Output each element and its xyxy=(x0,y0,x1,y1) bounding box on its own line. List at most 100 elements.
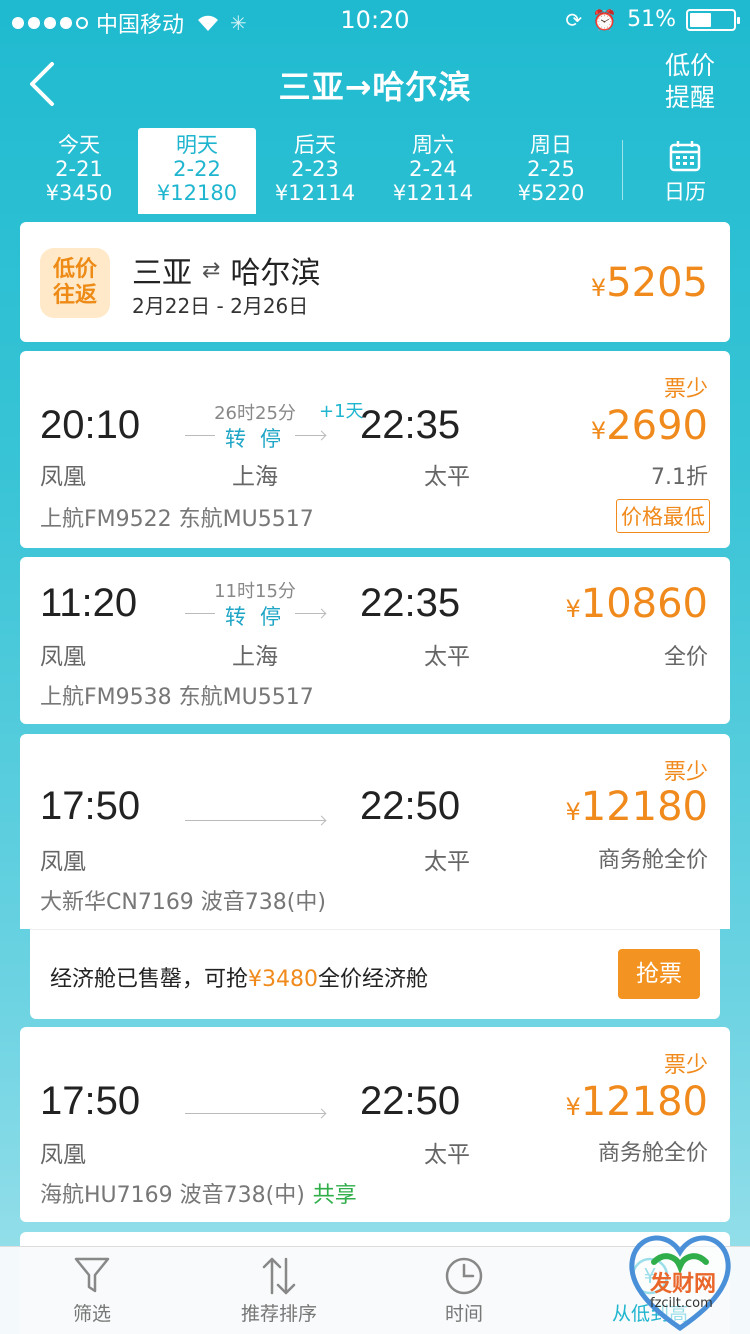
date-tab-date: 2-24 xyxy=(409,157,457,181)
date-tab-day: 周日 xyxy=(530,133,572,157)
discount-label: 7.1折 xyxy=(651,465,708,490)
price-alert-button[interactable]: 低价 提醒 xyxy=(660,50,720,114)
date-tab-4[interactable]: 周日 2-25 ¥5220 xyxy=(492,128,610,214)
departure-time: 11:20 xyxy=(40,581,138,625)
route-to: 哈尔滨 xyxy=(230,256,321,291)
departure-city: 凤凰 xyxy=(40,464,86,490)
flight-price: ¥12180 xyxy=(565,1079,708,1125)
departure-city: 凤凰 xyxy=(40,849,86,875)
route-arrow xyxy=(295,613,325,614)
grab-ticket-button[interactable]: 抢票 xyxy=(618,949,700,999)
soldout-price: ¥3480 xyxy=(248,967,319,992)
price-value: 2690 xyxy=(606,403,708,449)
date-tab-date: 2-21 xyxy=(55,157,103,181)
flight-route-middle: 11时15分 转停 xyxy=(185,577,325,637)
tab-filter[interactable]: 筛选 xyxy=(17,1247,167,1334)
arrival-city: 太平 xyxy=(424,644,470,670)
tab-label: 时间 xyxy=(444,1303,483,1325)
price-alert-line1: 低价 xyxy=(664,51,715,80)
few-tickets-tag: 票少 xyxy=(663,1053,708,1078)
currency-symbol: ¥ xyxy=(590,274,607,302)
calendar-button[interactable]: 日历 xyxy=(640,128,730,214)
discount-label: 全价 xyxy=(663,645,708,670)
tab-time[interactable]: 时间 xyxy=(389,1247,539,1334)
arrival-time: 22:50 xyxy=(360,1079,461,1123)
date-tab-2[interactable]: 后天 2-23 ¥12114 xyxy=(256,128,374,214)
lowest-price-badge: 价格最低 xyxy=(616,499,710,533)
transfer-city: 上海 xyxy=(232,644,278,670)
few-tickets-tag: 票少 xyxy=(663,377,708,402)
departure-city: 凤凰 xyxy=(40,644,86,670)
watermark-text: 发财网 xyxy=(650,1272,717,1297)
arrival-city: 太平 xyxy=(424,1142,470,1168)
transfer-label: 转停 xyxy=(225,427,295,451)
battery-percent: 51% xyxy=(627,7,676,32)
date-tab-date: 2-25 xyxy=(527,157,575,181)
cabin-label: 商务舱全价 xyxy=(597,1141,708,1166)
flight-card[interactable]: 17:50 22:50 凤凰 太平 大新华CN7169 波音738(中) 票少 … xyxy=(20,734,730,929)
date-tab-price: ¥12180 xyxy=(156,181,238,205)
flight-card[interactable]: 17:50 22:50 凤凰 太平 海航HU7169 波音738(中) 共享 票少… xyxy=(20,1027,730,1222)
departure-time: 20:10 xyxy=(40,403,141,447)
status-bar: 中国移动 ✳ 10:20 ⟳ ⏰ 51% xyxy=(0,0,750,40)
flight-card[interactable]: 11:20 11时15分 转停 22:35 凤凰 上海 太平 上航FM9538 … xyxy=(20,557,730,724)
departure-time: 17:50 xyxy=(40,784,141,828)
arrival-time: 22:35 xyxy=(360,403,461,447)
date-tab-0[interactable]: 今天 2-21 ¥3450 xyxy=(20,128,138,214)
price-value: 5205 xyxy=(606,260,708,306)
round-trip-price: ¥5205 xyxy=(591,260,708,306)
price-value: 12180 xyxy=(580,784,708,830)
status-right: ⟳ ⏰ 51% xyxy=(565,7,740,32)
arrival-time: 22:35 xyxy=(360,581,461,625)
date-tab-day: 明天 xyxy=(176,133,218,157)
airline-text: 海航HU7169 波音738(中) xyxy=(40,1183,305,1208)
date-tab-day: 周六 xyxy=(412,133,454,157)
date-tab-3[interactable]: 周六 2-24 ¥12114 xyxy=(374,128,492,214)
few-tickets-tag: 票少 xyxy=(663,760,708,785)
currency-symbol: ¥ xyxy=(565,798,581,826)
transfer-label: 转停 xyxy=(225,605,295,629)
route-arrow xyxy=(295,435,325,436)
airline-info: 大新华CN7169 波音738(中) xyxy=(40,890,326,915)
direct-route-line xyxy=(185,820,325,821)
date-tab-day: 后天 xyxy=(294,133,336,157)
divider xyxy=(622,140,623,200)
currency-symbol: ¥ xyxy=(565,1093,581,1121)
route-from: 三亚 xyxy=(132,256,192,291)
price-alert-line2: 提醒 xyxy=(664,83,715,112)
flight-route-middle: 26时25分 +1天 转停 xyxy=(185,399,364,459)
badge-line2: 往返 xyxy=(52,283,97,308)
date-tab-price: ¥3450 xyxy=(45,181,113,205)
next-day-tag: +1天 xyxy=(319,401,364,422)
date-tab-price: ¥5220 xyxy=(517,181,585,205)
page-title: 三亚→哈尔滨 xyxy=(278,68,472,106)
round-trip-card[interactable]: 低价 往返 三亚 ⇄ 哈尔滨 2月22日 - 2月26日 ¥5205 xyxy=(20,222,730,342)
flight-duration: 26时25分 xyxy=(214,403,296,424)
departure-time: 17:50 xyxy=(40,1079,141,1123)
calendar-label: 日历 xyxy=(664,180,706,204)
round-trip-badge: 低价 往返 xyxy=(40,248,110,318)
battery-icon xyxy=(686,8,740,31)
tab-label: 筛选 xyxy=(72,1303,111,1325)
direct-route-line xyxy=(185,1113,325,1114)
departure-city: 凤凰 xyxy=(40,1142,86,1168)
flight-card[interactable]: 20:10 26时25分 +1天 转停 22:35 凤凰 上海 太平 上航FM9… xyxy=(20,351,730,548)
soldout-text: 经济舱已售罄，可抢¥3480全价经济舱 xyxy=(50,961,428,993)
soldout-text-after: 全价经济舱 xyxy=(318,967,429,992)
date-tab-1[interactable]: 明天 2-22 ¥12180 xyxy=(138,128,256,214)
codeshare-tag: 共享 xyxy=(312,1183,357,1208)
alarm-icon: ⏰ xyxy=(592,7,618,32)
rotation-lock-icon: ⟳ xyxy=(565,7,583,32)
date-tabs: 今天 2-21 ¥3450 明天 2-22 ¥12180 后天 2-23 ¥12… xyxy=(0,128,750,218)
transfer-city: 上海 xyxy=(232,464,278,490)
date-tab-date: 2-23 xyxy=(291,157,339,181)
round-trip-dates: 2月22日 - 2月26日 xyxy=(132,294,309,318)
arrival-city: 太平 xyxy=(424,849,470,875)
currency-symbol: ¥ xyxy=(565,595,581,623)
clock-icon xyxy=(445,1257,483,1295)
nav-bar: 三亚→哈尔滨 低价 提醒 xyxy=(0,40,750,128)
tab-recommend-sort[interactable]: 推荐排序 xyxy=(204,1247,354,1334)
airline-info: 海航HU7169 波音738(中) 共享 xyxy=(40,1177,357,1209)
round-trip-route: 三亚 ⇄ 哈尔滨 xyxy=(132,248,320,292)
price-value: 10860 xyxy=(580,581,708,627)
